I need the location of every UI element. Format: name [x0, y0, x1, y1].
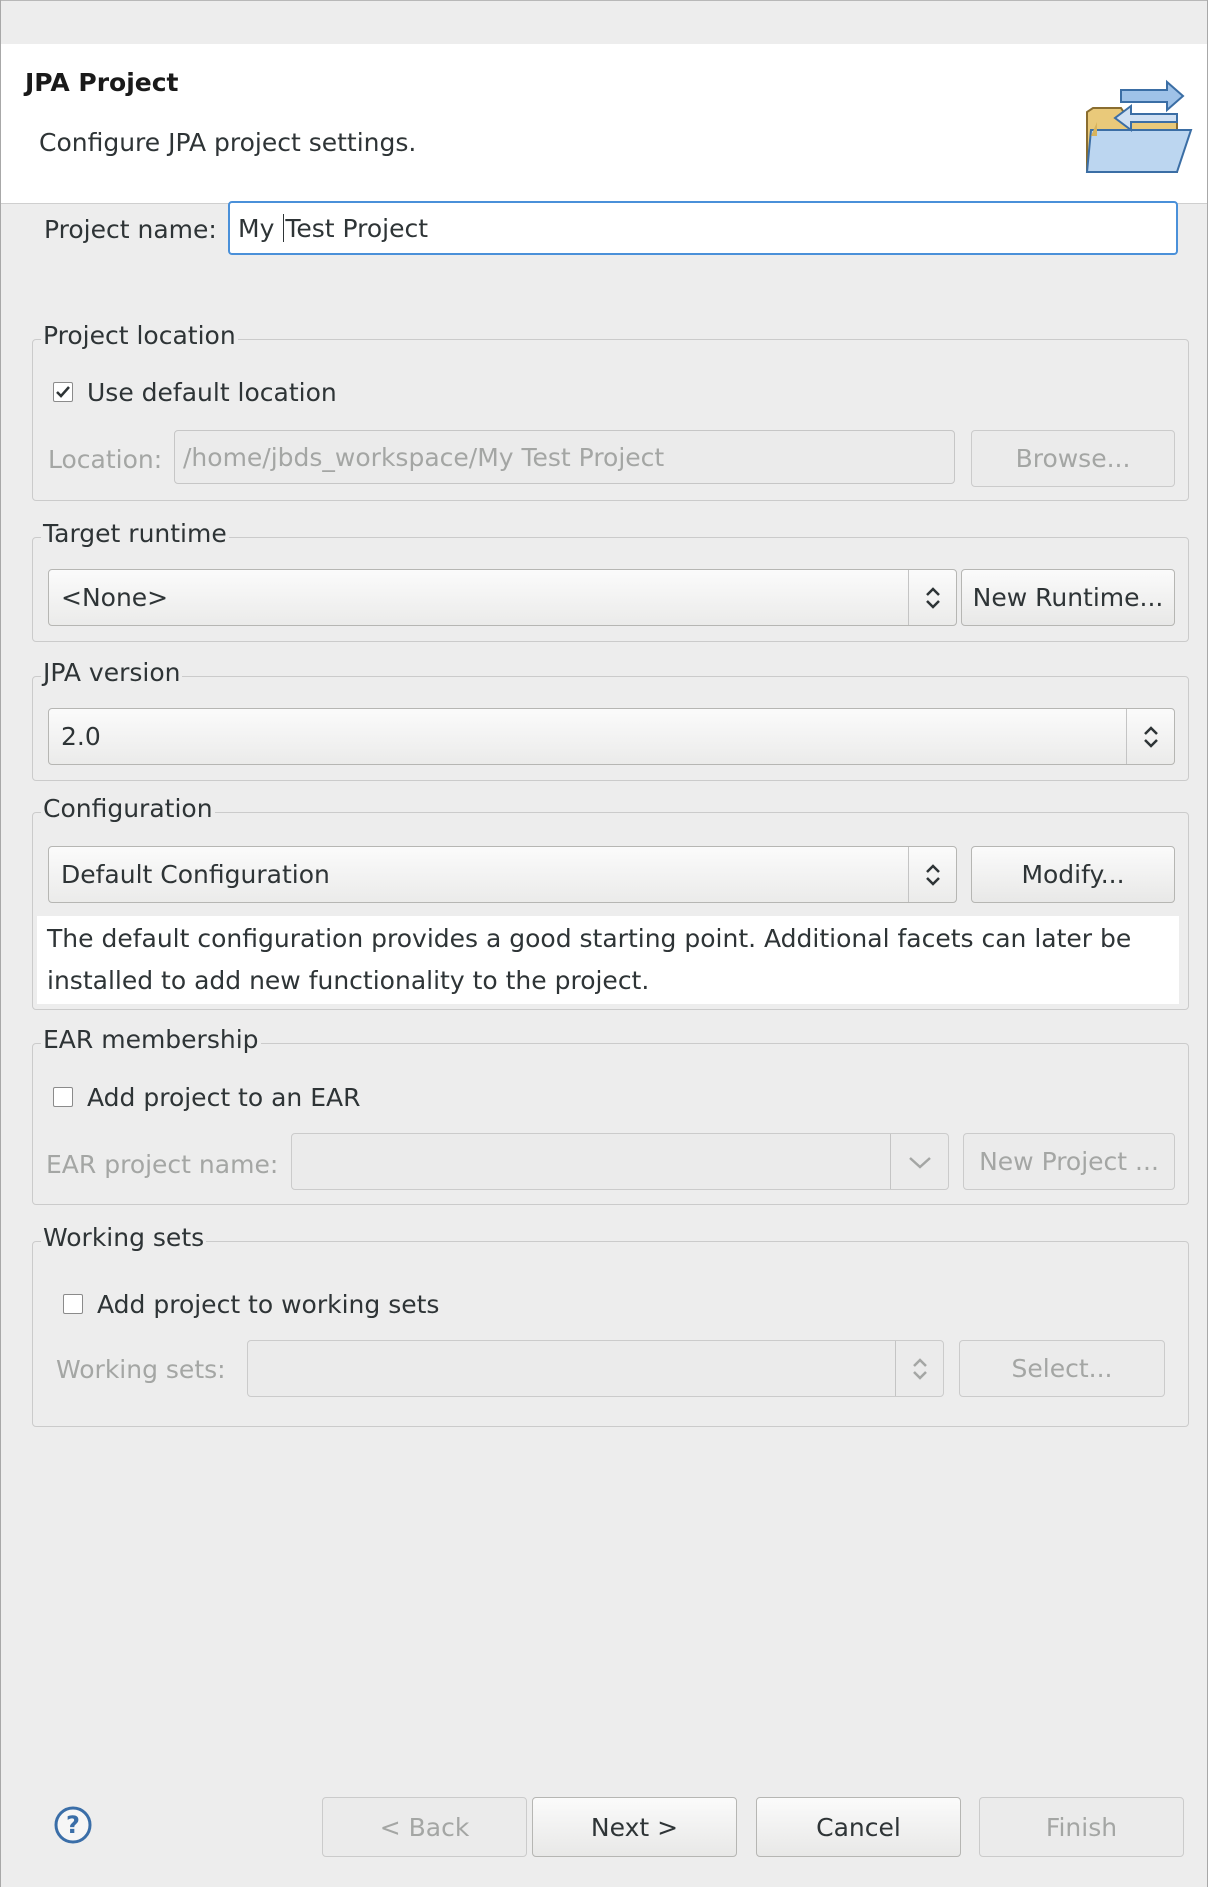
help-icon[interactable]: ? [53, 1805, 93, 1845]
ear-membership-legend: EAR membership [41, 1025, 261, 1054]
browse-button[interactable]: Browse... [971, 430, 1175, 487]
target-runtime-legend: Target runtime [41, 519, 229, 548]
project-location-legend: Project location [41, 321, 238, 350]
next-button[interactable]: Next > [532, 1797, 737, 1857]
target-runtime-value: <None> [61, 583, 169, 612]
jpa-version-value: 2.0 [61, 722, 101, 751]
folder-arrows-icon [1085, 79, 1193, 173]
updown-arrow-icon [1126, 709, 1174, 764]
svg-text:?: ? [66, 1811, 80, 1839]
page-title: JPA Project [25, 68, 179, 97]
updown-arrow-icon [895, 1341, 943, 1396]
checkbox-box[interactable] [63, 1294, 83, 1314]
project-name-input[interactable]: My Test Project [228, 201, 1178, 255]
jpa-version-select[interactable]: 2.0 [48, 708, 1175, 765]
use-default-location-label: Use default location [87, 377, 337, 407]
working-sets-select[interactable] [247, 1340, 944, 1397]
add-to-working-sets-label: Add project to working sets [97, 1289, 440, 1319]
ear-project-name-label: EAR project name: [46, 1150, 279, 1179]
new-runtime-button[interactable]: New Runtime... [961, 569, 1175, 626]
select-working-sets-button[interactable]: Select... [959, 1340, 1165, 1397]
updown-arrow-icon [908, 570, 956, 625]
wizard-footer: ? < Back Next > Cancel Finish [1, 1755, 1207, 1887]
configuration-value: Default Configuration [61, 860, 330, 889]
checkmark-icon [56, 386, 70, 398]
modify-button[interactable]: Modify... [971, 846, 1175, 903]
project-name-value-part2: Test Project [285, 213, 429, 243]
checkbox-box[interactable] [53, 1087, 73, 1107]
title-bar [1, 0, 1207, 44]
location-value: /home/jbds_workspace/My Test Project [183, 442, 665, 472]
back-button[interactable]: < Back [322, 1797, 527, 1857]
configuration-select[interactable]: Default Configuration [48, 846, 957, 903]
working-sets-label: Working sets: [56, 1355, 226, 1384]
updown-arrow-icon [908, 847, 956, 902]
checkbox-box[interactable] [53, 382, 73, 402]
project-name-value-part1: My [238, 213, 283, 243]
wizard-body: Project name: My Test Project Project lo… [1, 201, 1207, 1755]
project-name-label: Project name: [44, 215, 217, 244]
wizard-window: JPA Project Configure JPA project settin… [0, 0, 1208, 1887]
cancel-button[interactable]: Cancel [756, 1797, 961, 1857]
location-label: Location: [48, 445, 163, 474]
wizard-header: JPA Project Configure JPA project settin… [1, 44, 1207, 204]
ear-project-name-select[interactable] [291, 1133, 949, 1190]
add-to-ear-label: Add project to an EAR [87, 1082, 361, 1112]
finish-button[interactable]: Finish [979, 1797, 1184, 1857]
page-description: Configure JPA project settings. [39, 128, 417, 157]
configuration-legend: Configuration [41, 794, 215, 823]
add-to-working-sets-checkbox[interactable]: Add project to working sets [63, 1287, 439, 1321]
new-ear-project-button[interactable]: New Project ... [963, 1133, 1175, 1190]
working-sets-legend: Working sets [41, 1223, 207, 1252]
jpa-version-legend: JPA version [41, 658, 183, 687]
location-input[interactable]: /home/jbds_workspace/My Test Project [174, 430, 955, 484]
use-default-location-checkbox[interactable]: Use default location [53, 375, 337, 409]
configuration-description: The default configuration provides a goo… [37, 916, 1179, 1004]
target-runtime-select[interactable]: <None> [48, 569, 957, 626]
chevron-down-icon [890, 1134, 948, 1189]
add-to-ear-checkbox[interactable]: Add project to an EAR [53, 1080, 361, 1114]
working-sets-group [32, 1241, 1189, 1427]
